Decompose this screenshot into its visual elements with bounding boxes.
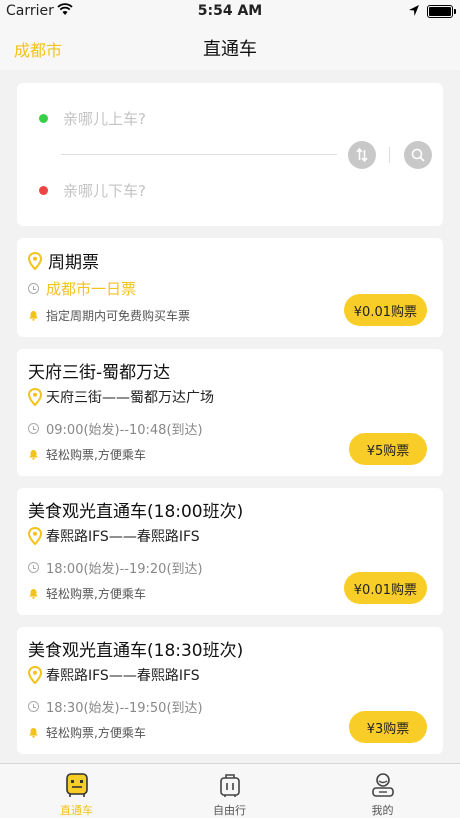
destination-input[interactable]: 亲哪儿下车? — [63, 180, 146, 201]
tab-free-travel[interactable]: 自由行 — [153, 764, 306, 818]
location-pin-icon — [28, 251, 42, 270]
route-note: 轻松购票,方便乘车 — [46, 587, 146, 601]
route-card[interactable]: 美食观光直通车(18:00班次) 春熙路IFS——春熙路IFS 18:00(始发… — [17, 488, 443, 615]
tab-direct-bus[interactable]: 直通车 — [0, 764, 153, 818]
location-pin-icon — [28, 527, 42, 545]
clock-icon — [28, 701, 39, 712]
route-stops: 春熙路IFS——春熙路IFS — [46, 529, 200, 545]
period-ticket-note: 指定周期内可免费购买车票 — [46, 309, 191, 323]
route-title: 美食观光直通车(18:30班次) — [28, 641, 244, 661]
status-bar: Carrier 5:54 AM — [0, 0, 460, 24]
location-pin-icon — [28, 666, 42, 684]
period-ticket-subtitle: 成都市一日票 — [46, 280, 137, 298]
route-time: 18:30(始发)--19:50(到达) — [46, 701, 203, 716]
period-ticket-title: 周期票 — [48, 253, 99, 273]
tab-label: 自由行 — [213, 804, 246, 817]
route-title: 美食观光直通车(18:00班次) — [28, 502, 244, 522]
location-arrow-icon — [409, 5, 419, 16]
buy-ticket-button[interactable]: ¥3购票 — [349, 711, 427, 743]
user-icon — [371, 773, 394, 797]
clock-icon — [28, 283, 39, 294]
route-time: 18:00(始发)--19:20(到达) — [46, 562, 203, 577]
clock-time: 5:54 AM — [197, 3, 263, 19]
nav-bar: 成都市 直通车 — [0, 24, 460, 70]
route-title: 天府三街-蜀都万达 — [28, 363, 171, 383]
buy-ticket-button[interactable]: ¥0.01购票 — [343, 572, 427, 604]
bell-icon — [29, 311, 38, 321]
route-search-card: 亲哪儿上车? 亲哪儿下车? — [17, 83, 443, 226]
origin-input[interactable]: 亲哪儿上车? — [63, 108, 146, 129]
route-card[interactable]: 天府三街-蜀都万达 天府三街——蜀都万达广场 09:00(始发)--10:48(… — [17, 349, 443, 476]
period-ticket-card[interactable]: 周期票 成都市一日票 指定周期内可免费购买车票 ¥0.01购票 — [17, 238, 443, 337]
route-note: 轻松购票,方便乘车 — [46, 448, 146, 462]
battery-icon — [427, 5, 453, 18]
origin-dot-icon — [39, 114, 48, 123]
search-icon — [411, 148, 425, 162]
bus-icon — [65, 773, 88, 797]
battery-tip — [454, 9, 456, 14]
swap-button[interactable] — [348, 141, 376, 169]
route-stops: 春熙路IFS——春熙路IFS — [46, 668, 200, 684]
route-note: 轻松购票,方便乘车 — [46, 726, 146, 740]
clock-icon — [28, 423, 39, 434]
route-time: 09:00(始发)--10:48(到达) — [46, 423, 203, 438]
divider — [61, 154, 337, 155]
swap-icon — [356, 148, 368, 162]
route-card[interactable]: 美食观光直通车(18:30班次) 春熙路IFS——春熙路IFS 18:30(始发… — [17, 627, 443, 754]
bell-icon — [29, 728, 38, 738]
tab-label: 我的 — [371, 804, 394, 817]
route-stops: 天府三街——蜀都万达广场 — [46, 390, 214, 406]
destination-dot-icon — [39, 186, 48, 195]
tab-bar: 直通车 自由行 我的 — [0, 763, 460, 818]
buy-period-ticket-button[interactable]: ¥0.01购票 — [343, 294, 427, 326]
page-title: 直通车 — [203, 39, 257, 60]
buy-ticket-button[interactable]: ¥5购票 — [349, 433, 427, 465]
luggage-icon — [219, 774, 240, 797]
clock-icon — [28, 562, 39, 573]
bell-icon — [29, 450, 38, 460]
button-separator — [389, 147, 390, 163]
search-button[interactable] — [404, 141, 432, 169]
bell-icon — [29, 589, 38, 599]
tab-mine[interactable]: 我的 — [306, 764, 459, 818]
tab-label: 直通车 — [60, 804, 93, 817]
location-pin-icon — [28, 388, 42, 406]
